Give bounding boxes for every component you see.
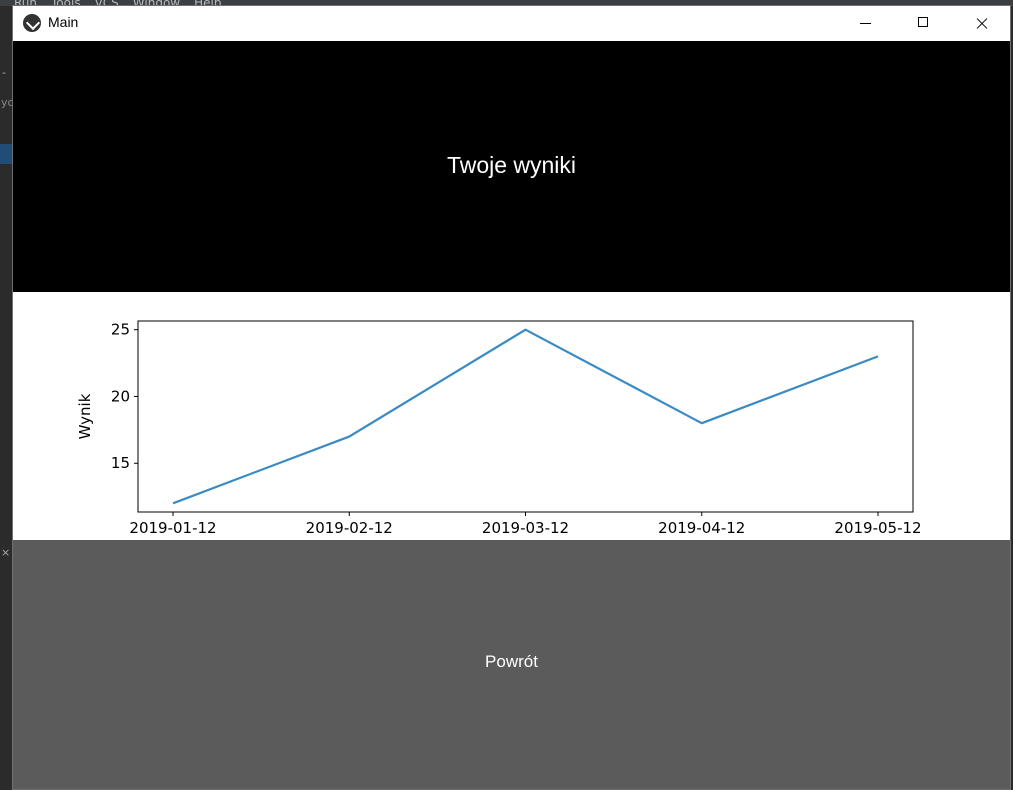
x-tick-label: 2019-04-12 <box>658 519 745 537</box>
y-axis-label: Wynik <box>76 393 94 439</box>
app-window: Main Twoje wyniki 15 20 25 2019-01-12 2019-0… <box>12 5 1011 790</box>
x-tick-label: 2019-03-12 <box>482 519 569 537</box>
window-title: Main <box>48 14 79 30</box>
kivy-app-icon <box>23 14 41 32</box>
y-tick-label: 20 <box>111 387 130 405</box>
x-tick-label: 2019-01-12 <box>129 519 216 537</box>
back-button[interactable]: Powrót <box>13 540 1010 789</box>
series-line <box>172 328 879 505</box>
close-button[interactable] <box>959 6 1005 41</box>
minimize-button[interactable] <box>843 6 889 41</box>
background-ide-sidebar: - yc × <box>0 6 14 790</box>
plot-frame <box>137 320 914 513</box>
results-chart: 15 20 25 2019-01-12 2019-02-12 2019-03-12 2019… <box>13 292 1010 540</box>
maximize-button[interactable] <box>901 6 947 41</box>
back-button-label: Powrót <box>485 652 538 671</box>
x-tick-label: 2019-02-12 <box>306 519 393 537</box>
y-tick-label: 15 <box>111 454 130 472</box>
y-tick-label: 25 <box>111 321 130 339</box>
x-tick-label: 2019-05-12 <box>834 519 921 537</box>
title-bar[interactable]: Main <box>13 6 1010 41</box>
line-chart-svg: 15 20 25 2019-01-12 2019-02-12 2019-03-12 2019… <box>76 320 922 537</box>
results-header: Twoje wyniki <box>13 42 1010 292</box>
page-title: Twoje wyniki <box>446 152 577 178</box>
